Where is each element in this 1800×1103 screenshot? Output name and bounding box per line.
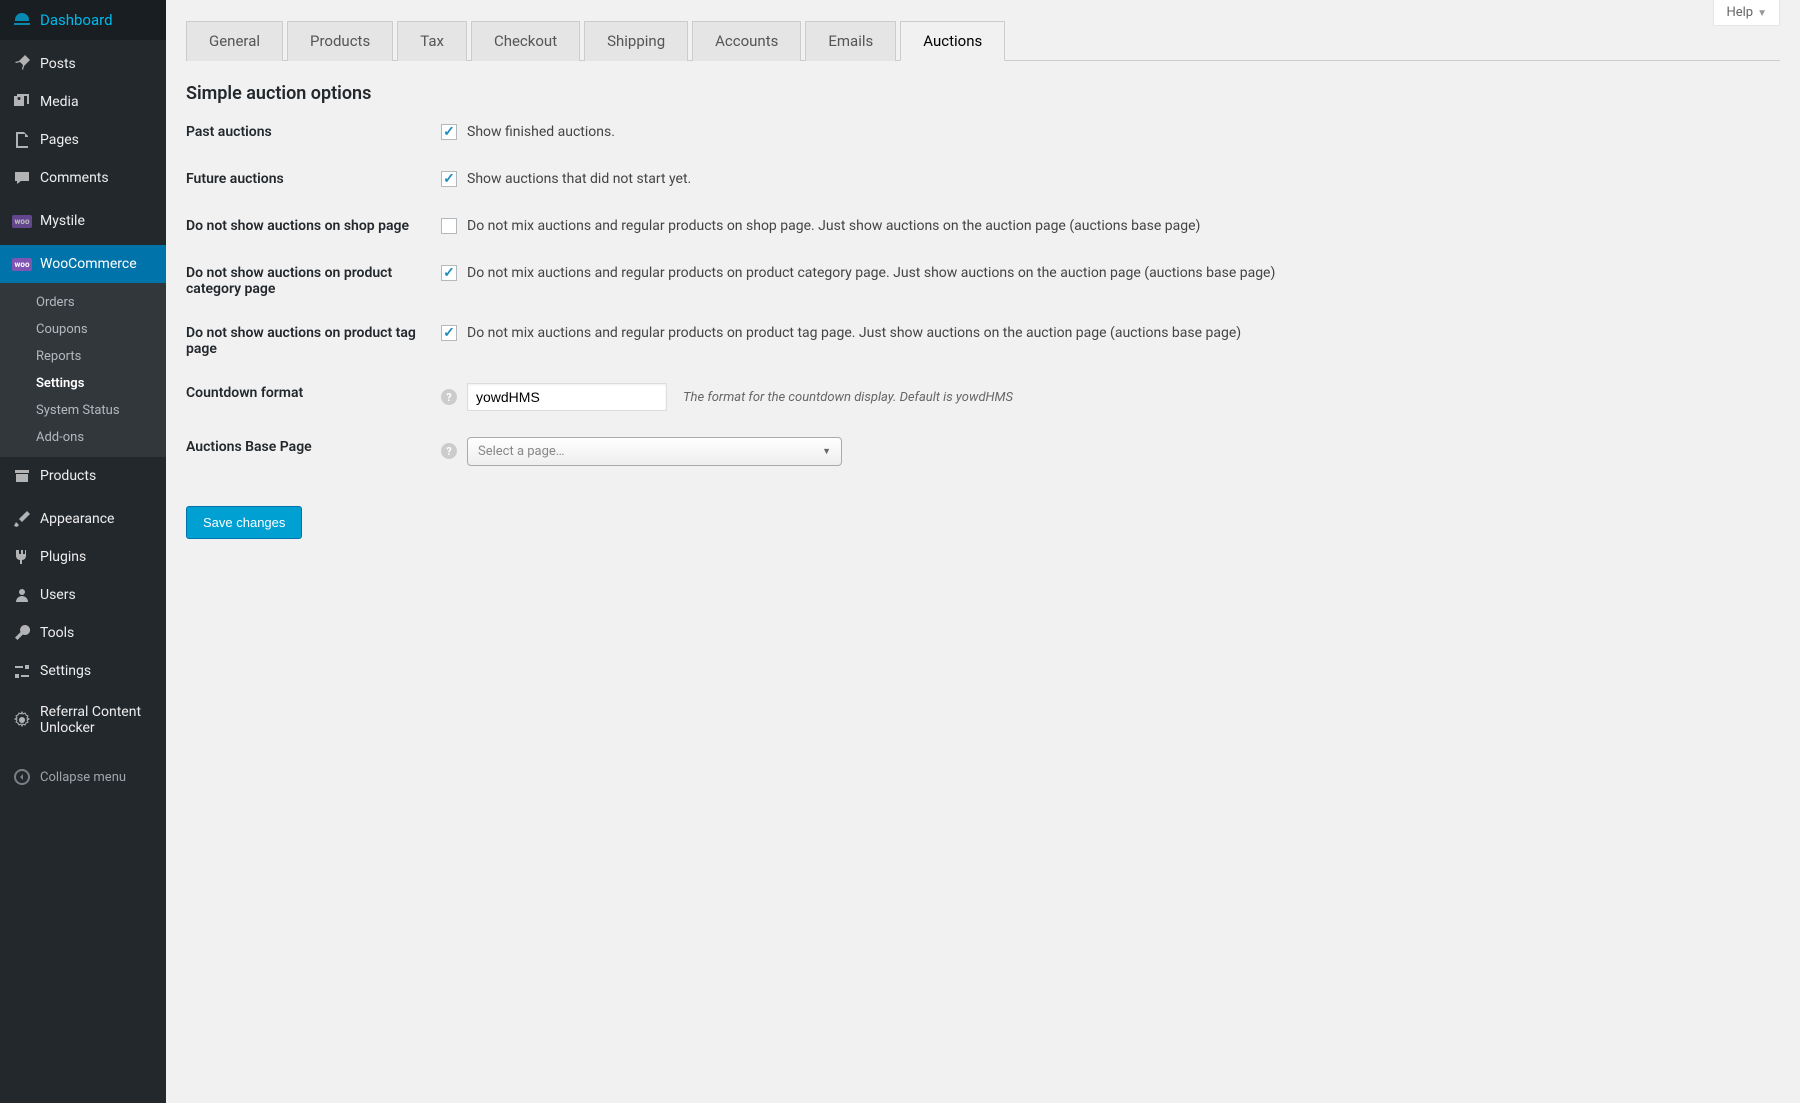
help-icon[interactable]: ?: [441, 389, 457, 405]
sidebar-item-users[interactable]: Users: [0, 576, 166, 614]
sidebar-item-label: Plugins: [40, 549, 86, 565]
media-icon: [12, 92, 32, 112]
field-label-future-auctions: Future auctions: [186, 169, 441, 187]
sidebar-item-referral-content-unlocker[interactable]: Referral Content Unlocker: [0, 695, 166, 745]
sidebar-item-label: Users: [40, 587, 76, 603]
select-placeholder: Select a page…: [478, 444, 565, 459]
submenu-item-reports[interactable]: Reports: [0, 343, 166, 370]
chevron-down-icon: ▼: [822, 446, 831, 457]
tab-tax[interactable]: Tax: [397, 21, 467, 61]
tab-checkout[interactable]: Checkout: [471, 21, 580, 61]
tab-auctions[interactable]: Auctions: [900, 21, 1005, 61]
sidebar-item-settings[interactable]: Settings: [0, 652, 166, 690]
sidebar-item-label: Mystile: [40, 213, 85, 229]
base-page-select[interactable]: Select a page… ▼: [467, 437, 842, 466]
hide-category-description: Do not mix auctions and regular products…: [467, 263, 1275, 284]
settings-form: Past auctions Show finished auctions. Fu…: [186, 122, 1780, 466]
tab-general[interactable]: General: [186, 21, 283, 61]
woocommerce-submenu: Orders Coupons Reports Settings System S…: [0, 283, 166, 457]
past-auctions-checkbox[interactable]: [441, 124, 457, 140]
hide-tag-checkbox[interactable]: [441, 325, 457, 341]
tab-shipping[interactable]: Shipping: [584, 21, 688, 61]
field-label-hide-tag: Do not show auctions on product tag page: [186, 323, 441, 357]
countdown-format-input[interactable]: [467, 383, 667, 411]
plug-icon: [12, 547, 32, 567]
submenu-item-system-status[interactable]: System Status: [0, 397, 166, 424]
hide-tag-description: Do not mix auctions and regular products…: [467, 323, 1241, 344]
sidebar-item-mystile[interactable]: woo Mystile: [0, 202, 166, 240]
field-label-countdown-format: Countdown format: [186, 383, 441, 401]
sidebar-item-pages[interactable]: Pages: [0, 121, 166, 159]
field-label-base-page: Auctions Base Page: [186, 437, 441, 455]
sidebar-item-appearance[interactable]: Appearance: [0, 500, 166, 538]
hide-shop-checkbox[interactable]: [441, 218, 457, 234]
past-auctions-description: Show finished auctions.: [467, 122, 615, 143]
countdown-format-hint: The format for the countdown display. De…: [683, 390, 1013, 405]
admin-sidebar: Dashboard Posts Media Pages Comments woo…: [0, 0, 166, 1103]
sidebar-item-label: Comments: [40, 170, 109, 186]
sidebar-item-label: Settings: [40, 663, 91, 679]
settings-tabs: General Products Tax Checkout Shipping A…: [186, 20, 1780, 61]
sidebar-item-label: Dashboard: [40, 11, 113, 29]
tab-products[interactable]: Products: [287, 21, 393, 61]
dashboard-icon: [12, 10, 32, 30]
chevron-down-icon: ▼: [1757, 8, 1767, 19]
field-label-past-auctions: Past auctions: [186, 122, 441, 140]
submenu-item-coupons[interactable]: Coupons: [0, 316, 166, 343]
sidebar-item-label: WooCommerce: [40, 256, 137, 272]
page-title: Simple auction options: [186, 83, 1780, 104]
help-icon[interactable]: ?: [441, 443, 457, 459]
hide-shop-description: Do not mix auctions and regular products…: [467, 216, 1200, 237]
sidebar-item-label: Appearance: [40, 511, 114, 527]
sliders-icon: [12, 661, 32, 681]
sidebar-item-products[interactable]: Products: [0, 457, 166, 495]
sidebar-item-label: Pages: [40, 132, 79, 148]
brush-icon: [12, 509, 32, 529]
help-tab[interactable]: Help▼: [1713, 0, 1780, 26]
collapse-icon: [12, 767, 32, 787]
submenu-item-settings[interactable]: Settings: [0, 370, 166, 397]
tab-emails[interactable]: Emails: [805, 21, 896, 61]
collapse-menu-button[interactable]: Collapse menu: [0, 757, 166, 797]
main-content: Help▼ General Products Tax Checkout Ship…: [166, 0, 1800, 1103]
submenu-item-add-ons[interactable]: Add-ons: [0, 424, 166, 451]
field-label-hide-category: Do not show auctions on product category…: [186, 263, 441, 297]
users-icon: [12, 585, 32, 605]
sidebar-item-label: Products: [40, 468, 96, 484]
save-button[interactable]: Save changes: [186, 506, 302, 539]
submenu-item-orders[interactable]: Orders: [0, 289, 166, 316]
archive-icon: [12, 466, 32, 486]
sidebar-item-label: Posts: [40, 56, 76, 72]
future-auctions-checkbox[interactable]: [441, 171, 457, 187]
sidebar-item-media[interactable]: Media: [0, 83, 166, 121]
field-label-hide-shop: Do not show auctions on shop page: [186, 216, 441, 234]
comments-icon: [12, 168, 32, 188]
gear-icon: [12, 710, 32, 730]
sidebar-item-woocommerce[interactable]: woo WooCommerce: [0, 245, 166, 283]
sidebar-item-comments[interactable]: Comments: [0, 159, 166, 197]
pin-icon: [12, 54, 32, 74]
wrench-icon: [12, 623, 32, 643]
sidebar-item-label: Referral Content Unlocker: [40, 704, 158, 736]
sidebar-item-posts[interactable]: Posts: [0, 45, 166, 83]
sidebar-item-plugins[interactable]: Plugins: [0, 538, 166, 576]
collapse-label: Collapse menu: [40, 770, 126, 785]
woo-icon: woo: [12, 254, 32, 274]
sidebar-item-label: Media: [40, 94, 79, 110]
sidebar-item-tools[interactable]: Tools: [0, 614, 166, 652]
future-auctions-description: Show auctions that did not start yet.: [467, 169, 691, 190]
sidebar-item-dashboard[interactable]: Dashboard: [0, 0, 166, 40]
hide-category-checkbox[interactable]: [441, 265, 457, 281]
pages-icon: [12, 130, 32, 150]
tab-accounts[interactable]: Accounts: [692, 21, 801, 61]
sidebar-item-label: Tools: [40, 625, 74, 641]
woo-icon: woo: [12, 211, 32, 231]
